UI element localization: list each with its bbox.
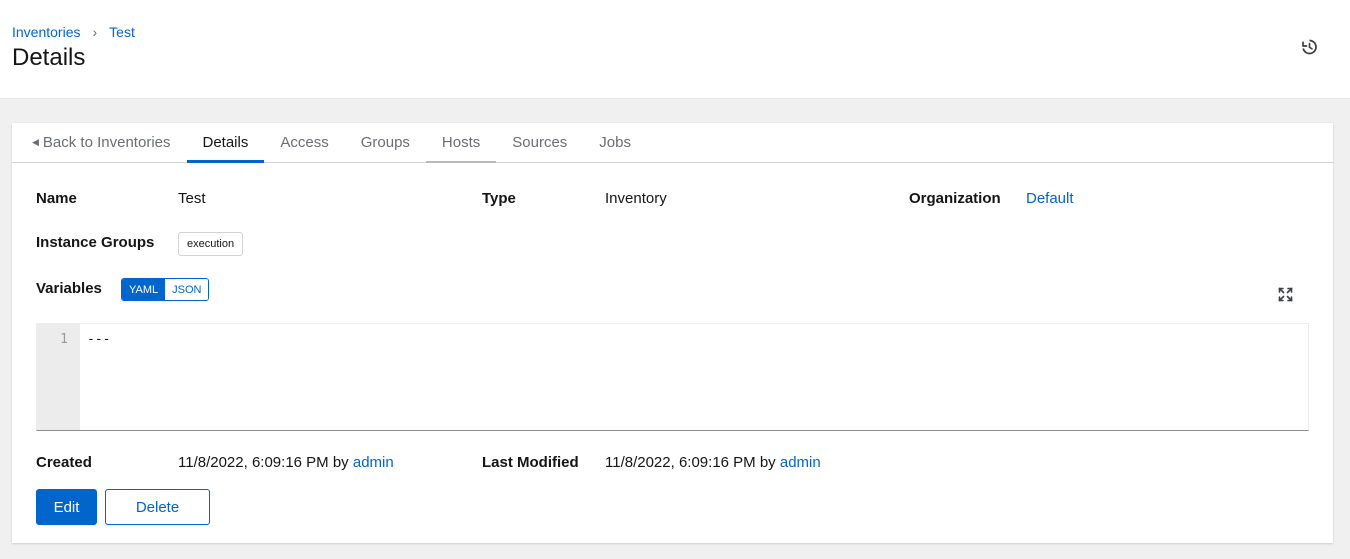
last-modified-label: Last Modified [482, 454, 579, 471]
variables-code-editor[interactable]: 1 --- [36, 323, 1309, 431]
name-label: Name [36, 190, 77, 207]
delete-button[interactable]: Delete [105, 489, 210, 525]
tab-bar: ◀ Back to Inventories Details Access Gro… [12, 123, 1333, 163]
modified-by-link[interactable]: admin [780, 454, 821, 471]
page-header: Inventories › Test Details [0, 0, 1350, 99]
created-by-link[interactable]: admin [353, 454, 394, 471]
tab-label: Access [280, 134, 329, 151]
modified-timestamp: 11/8/2022, 6:09:16 PM by [605, 454, 776, 471]
tab-jobs[interactable]: Jobs [583, 123, 647, 162]
organization-link[interactable]: Default [1026, 190, 1074, 207]
tab-label: Sources [512, 134, 568, 151]
variables-label: Variables [36, 280, 102, 297]
last-modified-value: 11/8/2022, 6:09:16 PM by admin [605, 454, 821, 471]
tab-access[interactable]: Access [264, 123, 344, 162]
tab-label: Groups [360, 134, 410, 151]
tab-label: Back to Inventories [42, 134, 171, 151]
tab-label: Jobs [599, 134, 631, 151]
created-value: 11/8/2022, 6:09:16 PM by admin [178, 454, 394, 471]
edit-button[interactable]: Edit [36, 489, 97, 525]
breadcrumb-current-link[interactable]: Test [109, 24, 135, 40]
organization-label: Organization [909, 190, 1001, 207]
instance-groups-label: Instance Groups [36, 234, 155, 251]
tab-sources[interactable]: Sources [496, 123, 583, 162]
expand-editor-button[interactable] [1276, 285, 1294, 303]
line-number-gutter: 1 [37, 324, 80, 430]
created-timestamp: 11/8/2022, 6:09:16 PM by [178, 454, 349, 471]
tab-details[interactable]: Details [186, 123, 265, 163]
expand-icon [1278, 287, 1292, 301]
breadcrumb: Inventories › Test [12, 24, 135, 40]
details-card: ◀ Back to Inventories Details Access Gro… [12, 123, 1333, 543]
history-button[interactable] [1298, 36, 1320, 58]
page-title: Details [12, 44, 86, 71]
json-toggle-button[interactable]: JSON [165, 279, 209, 300]
breadcrumb-inventories-link[interactable]: Inventories [12, 24, 80, 40]
instance-group-chip: execution [178, 232, 244, 256]
tab-hosts[interactable]: Hosts [425, 123, 497, 163]
code-line: --- [87, 332, 111, 347]
name-value: Test [178, 190, 206, 207]
tab-label: Details [202, 134, 249, 151]
caret-left-icon: ◀ [32, 137, 39, 147]
variables-format-toggle: YAML JSON [121, 278, 210, 301]
yaml-toggle-button[interactable]: YAML [122, 279, 166, 300]
type-value: Inventory [605, 190, 667, 207]
history-icon [1302, 39, 1317, 55]
created-label: Created [36, 454, 92, 471]
type-label: Type [482, 190, 516, 207]
tab-label: Hosts [441, 134, 481, 151]
chevron-right-icon: › [92, 24, 98, 40]
tab-back-to-inventories[interactable]: ◀ Back to Inventories [12, 123, 187, 162]
line-number: 1 [60, 332, 68, 347]
tab-groups[interactable]: Groups [345, 123, 426, 162]
